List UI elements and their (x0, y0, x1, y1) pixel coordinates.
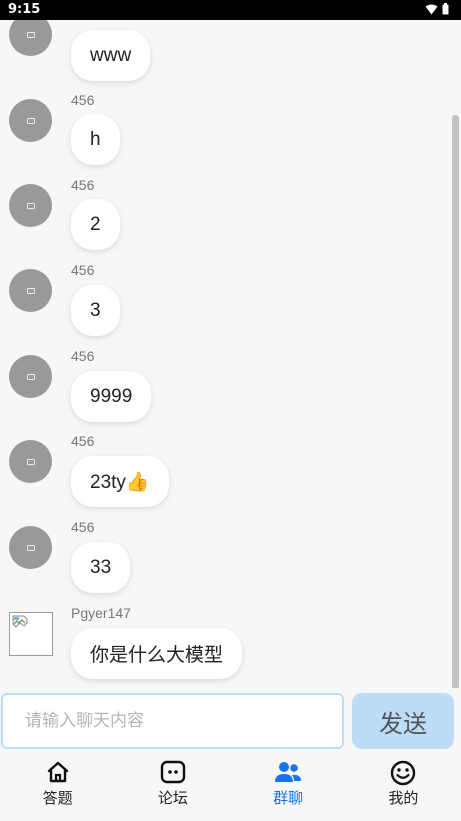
user-avatar[interactable] (9, 99, 52, 142)
user-avatar[interactable] (9, 526, 52, 569)
user-avatar[interactable] (9, 355, 52, 398)
send-button[interactable]: 发送 (352, 693, 454, 749)
tab-label: 群聊 (273, 789, 304, 807)
message-bubble: 9999 (71, 371, 152, 422)
message-item: 456 3 (0, 260, 440, 346)
user-avatar[interactable] (9, 20, 52, 56)
chat-message-list[interactable]: www 456 h 456 2 456 3 456 9999 456 23ty👍… (0, 20, 461, 688)
default-avatar-icon (26, 31, 35, 38)
message-bubble: www (71, 30, 151, 81)
default-avatar-icon (26, 544, 35, 551)
sender-name: 456 (71, 262, 95, 278)
message-item: Pgyer147 你是什么大模型 (0, 603, 440, 688)
chat-input[interactable] (1, 693, 344, 749)
message-bubble: h (71, 114, 120, 165)
message-item: 456 33 (0, 517, 440, 603)
sender-name: Pgyer147 (71, 605, 131, 621)
wifi-icon (425, 4, 438, 14)
group-icon (275, 762, 302, 782)
message-item: 456 23ty👍 (0, 431, 440, 517)
tab-label: 答题 (42, 789, 73, 807)
status-bar: 9:15 (0, 0, 461, 20)
message-bubble: 2 (71, 199, 120, 250)
status-icons (425, 3, 449, 15)
default-avatar-icon (26, 458, 35, 465)
battery-icon (442, 3, 449, 15)
tab-group-chat[interactable]: 群聊 (231, 752, 346, 821)
tab-label: 论坛 (157, 789, 188, 807)
user-avatar[interactable] (9, 269, 52, 312)
sender-name: 456 (71, 92, 95, 108)
home-icon (47, 761, 68, 783)
forum-icon (160, 760, 186, 784)
user-avatar[interactable] (9, 184, 52, 227)
sender-name: 456 (71, 519, 95, 535)
message-item: www (0, 20, 440, 90)
message-bubble: 23ty👍 (71, 456, 169, 507)
default-avatar-icon (26, 117, 35, 124)
default-avatar-icon (26, 373, 35, 380)
tab-mine[interactable]: 我的 (346, 752, 461, 821)
scrollbar[interactable] (452, 115, 459, 688)
sender-name: 456 (71, 433, 95, 449)
tab-answer[interactable]: 答题 (0, 752, 115, 821)
bottom-tab-bar: 答题 论坛 群聊 我的 (0, 752, 461, 821)
default-avatar-icon (26, 202, 35, 209)
message-bubble: 你是什么大模型 (71, 628, 243, 679)
status-time: 9:15 (8, 2, 41, 17)
tab-forum[interactable]: 论坛 (115, 752, 230, 821)
chat-input-bar: 发送 (0, 688, 461, 752)
default-avatar-icon (26, 287, 35, 294)
tab-label: 我的 (388, 789, 419, 807)
smile-icon (391, 760, 416, 786)
message-item: 456 2 (0, 175, 440, 261)
message-item: 456 9999 (0, 346, 440, 432)
sender-name: 456 (71, 177, 95, 193)
message-bubble: 3 (71, 285, 120, 336)
broken-image-icon (12, 615, 28, 628)
user-avatar[interactable] (9, 612, 53, 656)
message-bubble: 33 (71, 542, 131, 593)
user-avatar[interactable] (9, 440, 52, 483)
sender-name: 456 (71, 348, 95, 364)
message-item: 456 h (0, 90, 440, 176)
